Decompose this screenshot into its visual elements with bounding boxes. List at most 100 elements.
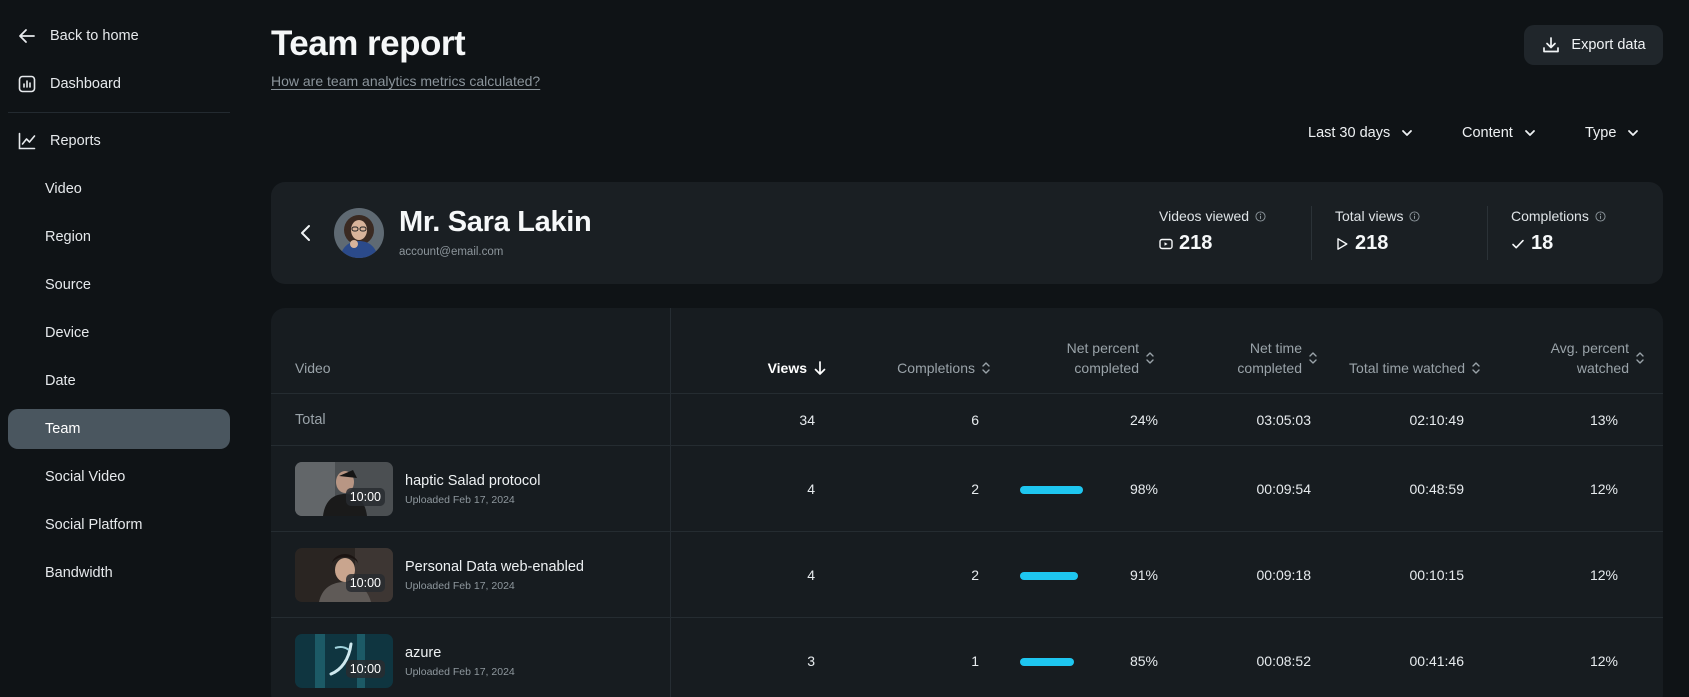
sort-icon — [1145, 351, 1155, 365]
column-divider — [670, 308, 671, 697]
sidebar-item-video[interactable]: Video — [8, 169, 230, 209]
sidebar-item-region[interactable]: Region — [8, 217, 230, 257]
video-upload-date: Uploaded Feb 17, 2024 — [405, 494, 515, 506]
column-header-total-time-watched[interactable]: Total time watched — [1349, 358, 1481, 378]
content-dropdown[interactable]: Content — [1462, 125, 1537, 141]
stat-value: 218 — [1355, 232, 1389, 254]
video-duration: 10:00 — [345, 488, 385, 506]
info-icon[interactable] — [1595, 210, 1606, 222]
back-to-home-label: Back to home — [50, 28, 139, 44]
header-line: watched — [1576, 360, 1629, 376]
sidebar-item-social-video[interactable]: Social Video — [8, 457, 230, 497]
info-icon[interactable] — [1255, 210, 1266, 222]
sidebar-item-label: Source — [45, 277, 91, 293]
sidebar: Back to home Dashboard Reports Video Reg… — [0, 0, 238, 697]
sidebar-item-bandwidth[interactable]: Bandwidth — [8, 553, 230, 593]
video-thumbnail[interactable]: 10:00 — [295, 548, 393, 602]
column-header-completions[interactable]: Completions — [897, 358, 991, 378]
sidebar-item-label: Bandwidth — [45, 565, 113, 581]
date-range-label: Last 30 days — [1308, 125, 1391, 141]
sidebar-item-label: Social Video — [45, 469, 126, 485]
row-completions: 2 — [971, 567, 979, 583]
row-views: 4 — [807, 481, 815, 497]
arrow-down-icon — [813, 360, 827, 376]
header-line: completed — [1237, 360, 1302, 376]
sidebar-item-reports[interactable]: Reports — [8, 121, 230, 161]
sidebar-item-label: Region — [45, 229, 91, 245]
back-to-home-link[interactable]: Back to home — [8, 16, 230, 56]
total-views: 34 — [799, 412, 815, 428]
total-row-label: Total — [295, 412, 326, 428]
play-icon — [1335, 237, 1349, 251]
sidebar-item-social-platform[interactable]: Social Platform — [8, 505, 230, 545]
row-completions: 1 — [971, 653, 979, 669]
row-avg-percent: 12% — [1589, 481, 1618, 497]
net-percent-progress-bar — [1020, 572, 1078, 580]
stat-divider — [1311, 206, 1312, 260]
sidebar-item-label: Device — [45, 325, 90, 341]
sidebar-item-label: Dashboard — [50, 76, 121, 92]
info-icon[interactable] — [1409, 210, 1421, 222]
type-dropdown[interactable]: Type — [1585, 125, 1640, 141]
stat-value: 18 — [1531, 232, 1554, 254]
sidebar-item-device[interactable]: Device — [8, 313, 230, 353]
column-header-views[interactable]: Views — [768, 358, 827, 378]
column-header-video: Video — [295, 360, 331, 376]
sort-icon — [1635, 351, 1645, 365]
video-title[interactable]: azure — [405, 645, 441, 661]
sidebar-item-label: Social Platform — [45, 517, 143, 533]
videos-table: Video Views Completions Net percent compl… — [271, 308, 1663, 697]
chevron-down-icon — [1400, 126, 1414, 140]
video-icon — [1159, 237, 1173, 251]
row-net-time: 00:09:18 — [1256, 567, 1312, 583]
back-button[interactable] — [291, 218, 321, 248]
video-thumbnail[interactable]: 10:00 — [295, 634, 393, 688]
row-net-time: 00:08:52 — [1256, 653, 1312, 669]
check-icon — [1511, 237, 1525, 251]
sidebar-item-date[interactable]: Date — [8, 361, 230, 401]
total-completions: 6 — [971, 412, 979, 428]
net-percent-progress-bar — [1020, 486, 1083, 494]
sidebar-item-label: Date — [45, 373, 76, 389]
column-header-net-percent-completed[interactable]: Net percent completed — [1067, 338, 1155, 378]
member-name: Mr. Sara Lakin — [399, 206, 592, 238]
team-member-card: Mr. Sara Lakin account@email.com Videos … — [271, 182, 1663, 284]
video-upload-date: Uploaded Feb 17, 2024 — [405, 580, 515, 592]
sidebar-item-label: Team — [45, 421, 81, 437]
export-data-button[interactable]: Export data — [1524, 25, 1663, 65]
row-completions: 2 — [971, 481, 979, 497]
sidebar-item-dashboard[interactable]: Dashboard — [8, 64, 230, 104]
stat-label: Completions — [1511, 208, 1589, 224]
row-net-percent: 85% — [1129, 653, 1158, 669]
row-avg-percent: 12% — [1589, 567, 1618, 583]
sidebar-item-source[interactable]: Source — [8, 265, 230, 305]
header-line: Net time — [1249, 340, 1302, 356]
date-range-dropdown[interactable]: Last 30 days — [1308, 125, 1414, 141]
video-title[interactable]: Personal Data web-enabled — [405, 559, 584, 575]
row-views: 3 — [807, 653, 815, 669]
stat-completions: Completions 18 — [1511, 208, 1606, 255]
column-header-avg-percent-watched[interactable]: Avg. percent watched — [1551, 338, 1645, 378]
header-line: Avg. percent — [1550, 340, 1629, 356]
sort-icon — [1471, 361, 1481, 375]
sort-icon — [1308, 351, 1318, 365]
row-net-percent: 91% — [1129, 567, 1158, 583]
sort-icon — [981, 361, 991, 375]
row-divider — [271, 445, 1663, 446]
video-duration: 10:00 — [345, 574, 385, 592]
video-thumbnail[interactable]: 10:00 — [295, 462, 393, 516]
sidebar-item-team[interactable]: Team — [8, 409, 230, 449]
video-title[interactable]: haptic Salad protocol — [405, 473, 540, 489]
row-divider — [271, 393, 1663, 394]
row-views: 4 — [807, 567, 815, 583]
net-percent-progress-bar — [1020, 658, 1074, 666]
total-time-watched: 02:10:49 — [1409, 412, 1465, 428]
row-net-percent: 98% — [1129, 481, 1158, 497]
stat-value: 218 — [1179, 232, 1213, 254]
chevron-down-icon — [1523, 126, 1537, 140]
download-icon — [1541, 35, 1561, 55]
column-header-net-time-completed[interactable]: Net time completed — [1237, 338, 1318, 378]
metrics-help-link[interactable]: How are team analytics metrics calculate… — [271, 73, 540, 89]
member-email: account@email.com — [399, 246, 504, 258]
total-net-percent: 24% — [1129, 412, 1158, 428]
